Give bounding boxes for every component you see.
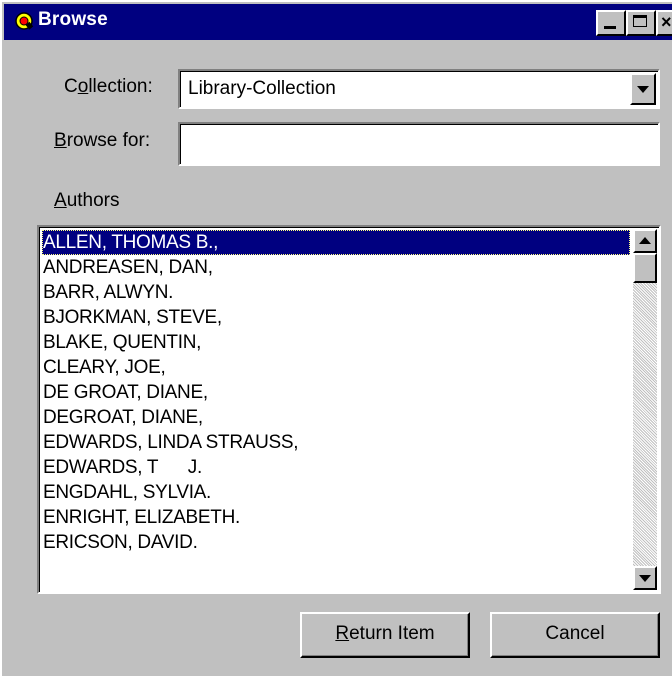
close-button[interactable]: × bbox=[656, 10, 672, 36]
collection-selected-value: Library-Collection bbox=[188, 78, 336, 99]
vertical-scrollbar[interactable] bbox=[633, 229, 657, 590]
close-icon: × bbox=[661, 12, 672, 32]
list-item[interactable]: CLEARY, JOE, bbox=[42, 355, 630, 380]
minimize-button[interactable] bbox=[596, 10, 626, 36]
list-item[interactable]: EDWARDS, LINDA STRAUSS, bbox=[42, 430, 630, 455]
list-item[interactable]: ALLEN, THOMAS B., bbox=[42, 230, 630, 255]
title-bar[interactable]: Browse × bbox=[4, 4, 672, 40]
authors-label: Authors bbox=[54, 190, 120, 211]
collection-dropdown[interactable]: Library-Collection bbox=[178, 69, 660, 109]
chevron-down-icon bbox=[639, 575, 651, 582]
authors-list-items: ALLEN, THOMAS B., ANDREASEN, DAN, BARR, AL… bbox=[42, 230, 630, 555]
scroll-down-button[interactable] bbox=[633, 566, 657, 590]
authors-list[interactable]: ALLEN, THOMAS B., ANDREASEN, DAN, BARR, AL… bbox=[37, 225, 661, 594]
browse-for-label: Browse for: bbox=[54, 130, 151, 151]
return-item-button[interactable]: Return Item bbox=[300, 612, 470, 658]
collection-label: Collection: bbox=[64, 76, 153, 97]
list-item[interactable]: ANDREASEN, DAN, bbox=[42, 255, 630, 280]
list-item[interactable]: ERICSON, DAVID. bbox=[42, 530, 630, 555]
list-item[interactable]: ENRIGHT, ELIZABETH. bbox=[42, 505, 630, 530]
browse-app-icon bbox=[15, 12, 34, 30]
collection-dropdown-button[interactable] bbox=[630, 73, 656, 105]
list-item[interactable]: EDWARDS, T J. bbox=[42, 455, 630, 480]
browse-dialog: Browse × Collection: Library-Collection … bbox=[0, 0, 672, 676]
list-item[interactable]: BLAKE, QUENTIN, bbox=[42, 330, 630, 355]
list-item[interactable]: BJORKMAN, STEVE, bbox=[42, 305, 630, 330]
scroll-thumb[interactable] bbox=[633, 253, 657, 283]
chevron-up-icon bbox=[639, 237, 651, 244]
list-item[interactable]: DEGROAT, DIANE, bbox=[42, 405, 630, 430]
list-item[interactable]: BARR, ALWYN. bbox=[42, 280, 630, 305]
list-item[interactable]: ENGDAHL, SYLVIA. bbox=[42, 480, 630, 505]
maximize-button[interactable] bbox=[626, 10, 656, 36]
browse-for-input[interactable] bbox=[178, 122, 660, 166]
chevron-down-icon bbox=[637, 86, 649, 93]
scroll-up-button[interactable] bbox=[633, 229, 657, 253]
list-item[interactable]: DE GROAT, DIANE, bbox=[42, 380, 630, 405]
window-title: Browse bbox=[38, 9, 108, 30]
cancel-button[interactable]: Cancel bbox=[490, 612, 660, 658]
